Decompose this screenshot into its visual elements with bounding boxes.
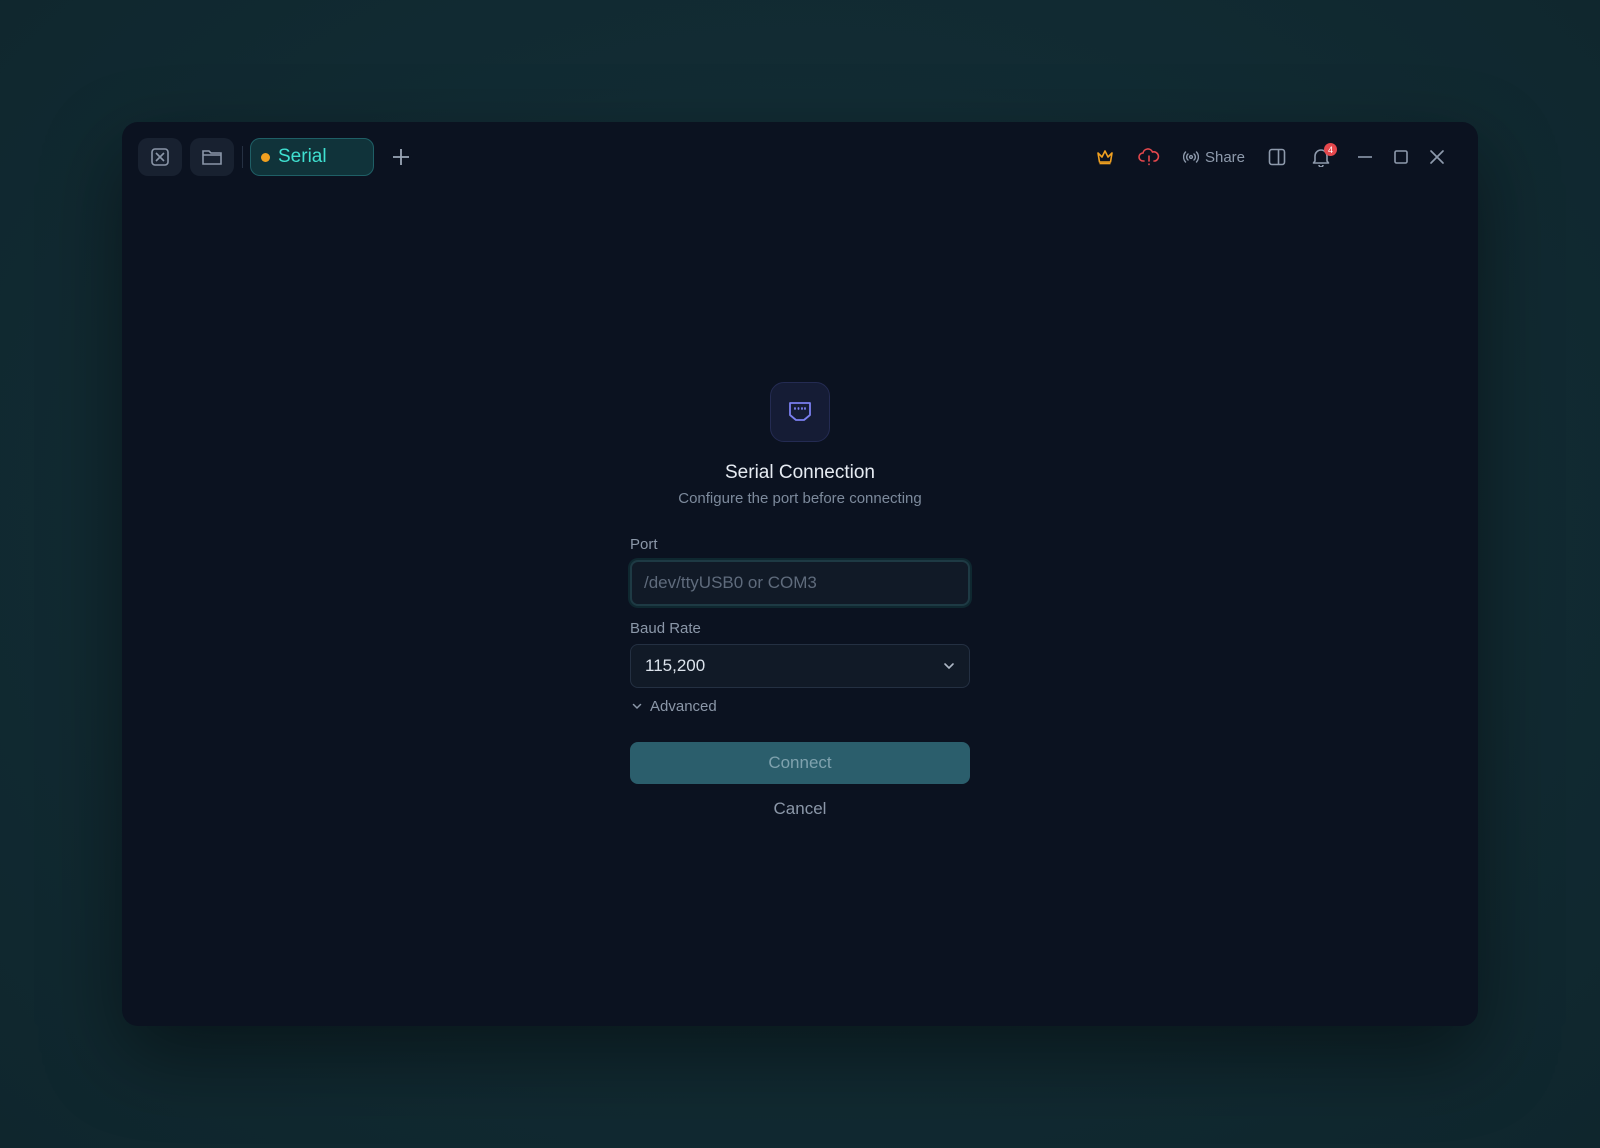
baud-rate-value: 115,200	[645, 656, 706, 675]
connect-button[interactable]: Connect	[630, 742, 970, 784]
minimize-icon	[1358, 156, 1372, 158]
close-tab-button[interactable]	[138, 138, 182, 176]
add-tab-button[interactable]	[384, 140, 418, 174]
advanced-label: Advanced	[650, 698, 717, 715]
close-tab-icon	[151, 148, 169, 166]
titlebar: Serial Share 4	[122, 122, 1478, 190]
advanced-toggle[interactable]: Advanced	[632, 698, 717, 715]
tab-serial[interactable]: Serial	[250, 138, 374, 176]
serial-port-icon	[789, 402, 811, 421]
maximize-button[interactable]	[1386, 140, 1416, 174]
chevron-down-icon	[944, 663, 954, 670]
chevron-down-icon	[632, 703, 642, 710]
cloud-alert-icon	[1138, 148, 1160, 166]
baud-rate-select[interactable]: 115,200	[630, 644, 970, 688]
maximize-icon	[1394, 150, 1408, 164]
titlebar-divider	[242, 146, 243, 168]
plus-icon	[393, 149, 409, 165]
minimize-button[interactable]	[1350, 140, 1380, 174]
folder-icon	[202, 150, 222, 165]
sync-status-button[interactable]	[1134, 140, 1164, 174]
share-button[interactable]: Share	[1182, 140, 1246, 174]
cancel-button[interactable]: Cancel	[630, 794, 970, 824]
port-input[interactable]	[630, 560, 970, 606]
close-window-button[interactable]	[1422, 140, 1452, 174]
app-window: Serial Share 4 Serial Connection Configu…	[122, 122, 1478, 1026]
dialog-title: Serial Connection	[725, 462, 875, 483]
baud-rate-label: Baud Rate	[630, 620, 701, 637]
serial-port-badge	[770, 382, 830, 442]
tab-status-dot	[261, 152, 270, 162]
notification-badge: 4	[1324, 143, 1337, 156]
port-label: Port	[630, 536, 658, 553]
dialog-subtitle: Configure the port before connecting	[678, 490, 922, 507]
notifications-button[interactable]: 4	[1304, 140, 1338, 174]
open-folder-button[interactable]	[190, 138, 234, 176]
sidebar-toggle-button[interactable]	[1262, 140, 1292, 174]
sidebar-toggle-icon	[1268, 148, 1286, 166]
broadcast-icon	[1182, 151, 1199, 163]
share-label: Share	[1204, 148, 1246, 166]
close-icon	[1430, 150, 1444, 164]
tab-label: Serial	[278, 146, 327, 167]
premium-button[interactable]	[1090, 140, 1120, 174]
crown-icon	[1097, 150, 1113, 165]
